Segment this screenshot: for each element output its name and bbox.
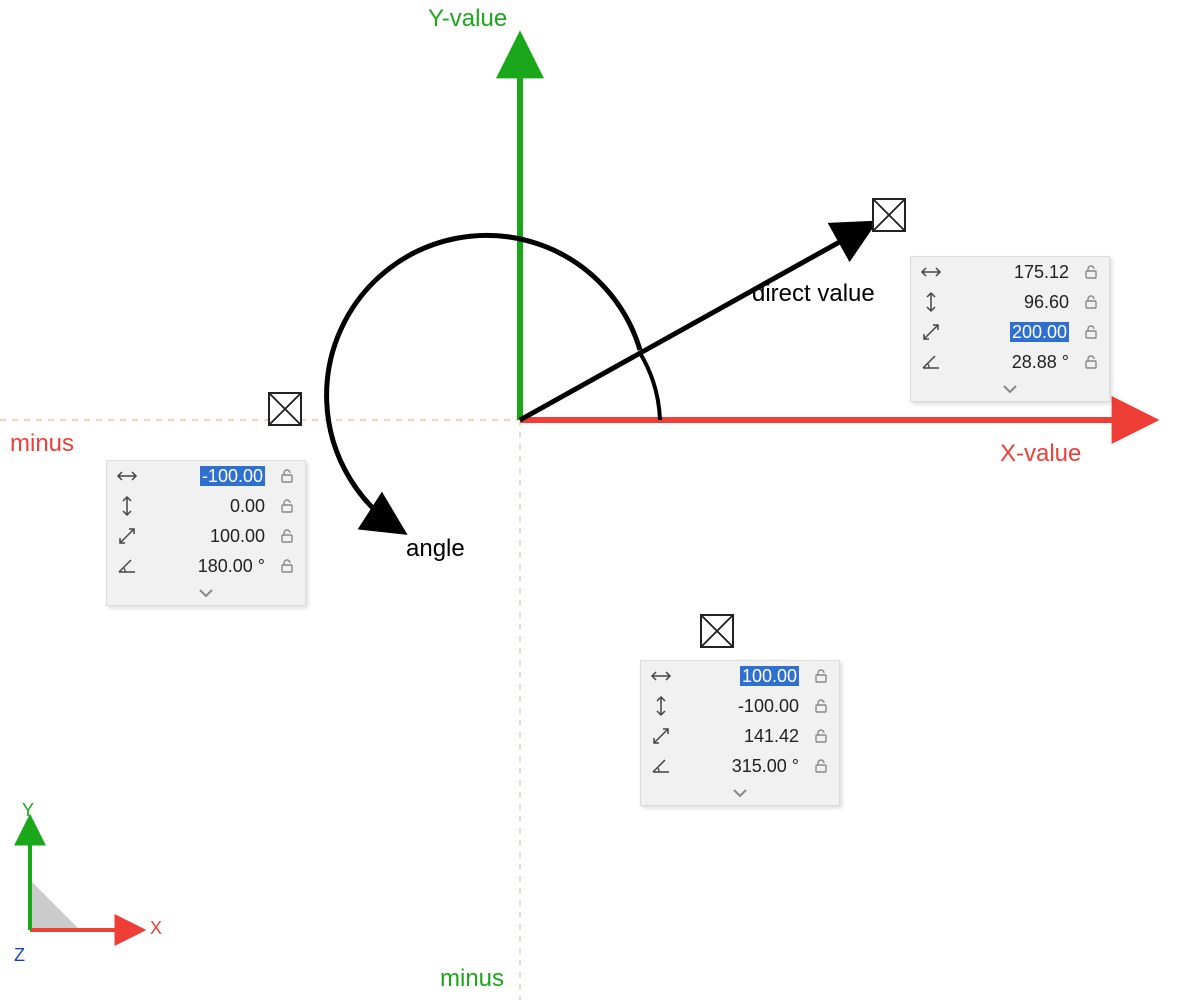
panel-row-length[interactable]: 200.00 <box>911 317 1109 347</box>
coord-panel-left[interactable]: -100.00 0.00 100.00 180.00 ° <box>106 460 306 606</box>
diagonal-arrow-icon <box>113 526 141 546</box>
coord-panel-bottom[interactable]: 100.00 -100.00 141.42 315.00 ° <box>640 660 840 806</box>
y-axis-label: Y-value <box>428 5 507 33</box>
panel-expand[interactable] <box>641 781 839 805</box>
direct-value-label: direct value <box>752 280 875 308</box>
point-marker-right <box>872 198 906 232</box>
lock-open-icon[interactable] <box>275 498 299 514</box>
panel-row-angle[interactable]: 180.00 ° <box>107 551 305 581</box>
point-marker-left <box>268 392 302 426</box>
angle-label: angle <box>406 535 465 563</box>
horizontal-arrows-icon <box>647 669 675 683</box>
panel-row-x[interactable]: -100.00 <box>107 461 305 491</box>
angle-icon <box>647 757 675 775</box>
axis-gizmo <box>30 820 140 930</box>
panel-row-y[interactable]: 0.00 <box>107 491 305 521</box>
panel-left-y[interactable]: 0.00 <box>141 496 275 517</box>
panel-row-x[interactable]: 175.12 <box>911 257 1109 287</box>
panel-left-len[interactable]: 100.00 <box>141 526 275 547</box>
diagram-stage: Y-value X-value minus minus direct value… <box>0 0 1200 1000</box>
lock-open-icon[interactable] <box>1079 294 1103 310</box>
panel-right-y[interactable]: 96.60 <box>945 292 1079 313</box>
lock-open-icon[interactable] <box>275 468 299 484</box>
panel-row-angle[interactable]: 315.00 ° <box>641 751 839 781</box>
panel-bottom-y[interactable]: -100.00 <box>675 696 809 717</box>
chevron-down-icon <box>197 587 215 599</box>
vertical-arrows-icon <box>647 695 675 717</box>
minus-y-label: minus <box>440 965 504 993</box>
lock-open-icon[interactable] <box>809 698 833 714</box>
panel-row-angle[interactable]: 28.88 ° <box>911 347 1109 377</box>
diagonal-arrow-icon <box>647 726 675 746</box>
lock-open-icon[interactable] <box>809 728 833 744</box>
panel-bottom-angle[interactable]: 315.00 ° <box>675 756 809 777</box>
panel-left-angle[interactable]: 180.00 ° <box>141 556 275 577</box>
horizontal-arrows-icon <box>113 469 141 483</box>
lock-open-icon[interactable] <box>1079 324 1103 340</box>
diagonal-arrow-icon <box>917 322 945 342</box>
panel-row-y[interactable]: 96.60 <box>911 287 1109 317</box>
horizontal-arrows-icon <box>917 265 945 279</box>
minus-x-label: minus <box>10 430 74 458</box>
panel-row-length[interactable]: 100.00 <box>107 521 305 551</box>
vertical-arrows-icon <box>917 291 945 313</box>
panel-row-length[interactable]: 141.42 <box>641 721 839 751</box>
gizmo-y-label: Y <box>22 800 34 821</box>
angle-icon <box>113 557 141 575</box>
lock-open-icon[interactable] <box>809 668 833 684</box>
panel-expand[interactable] <box>107 581 305 605</box>
coord-panel-right[interactable]: 175.12 96.60 200.00 28.88 ° <box>910 256 1110 402</box>
angle-arc-small <box>640 353 660 420</box>
lock-open-icon[interactable] <box>1079 264 1103 280</box>
panel-bottom-x[interactable]: 100.00 <box>675 666 809 687</box>
lock-open-icon[interactable] <box>275 528 299 544</box>
point-marker-bottom <box>700 614 734 648</box>
x-axis-label: X-value <box>1000 440 1081 468</box>
lock-open-icon[interactable] <box>275 558 299 574</box>
lock-open-icon[interactable] <box>1079 354 1103 370</box>
chevron-down-icon <box>731 787 749 799</box>
vertical-arrows-icon <box>113 495 141 517</box>
panel-right-len[interactable]: 200.00 <box>945 322 1079 343</box>
panel-expand[interactable] <box>911 377 1109 401</box>
direct-arrow <box>520 225 870 420</box>
chevron-down-icon <box>1001 383 1019 395</box>
gizmo-x-label: X <box>150 918 162 939</box>
panel-row-x[interactable]: 100.00 <box>641 661 839 691</box>
angle-curve <box>327 235 640 530</box>
panel-right-x[interactable]: 175.12 <box>945 262 1079 283</box>
panel-right-angle[interactable]: 28.88 ° <box>945 352 1079 373</box>
panel-row-y[interactable]: -100.00 <box>641 691 839 721</box>
panel-left-x[interactable]: -100.00 <box>141 466 275 487</box>
gizmo-z-label: Z <box>14 945 25 966</box>
lock-open-icon[interactable] <box>809 758 833 774</box>
panel-bottom-len[interactable]: 141.42 <box>675 726 809 747</box>
angle-icon <box>917 353 945 371</box>
